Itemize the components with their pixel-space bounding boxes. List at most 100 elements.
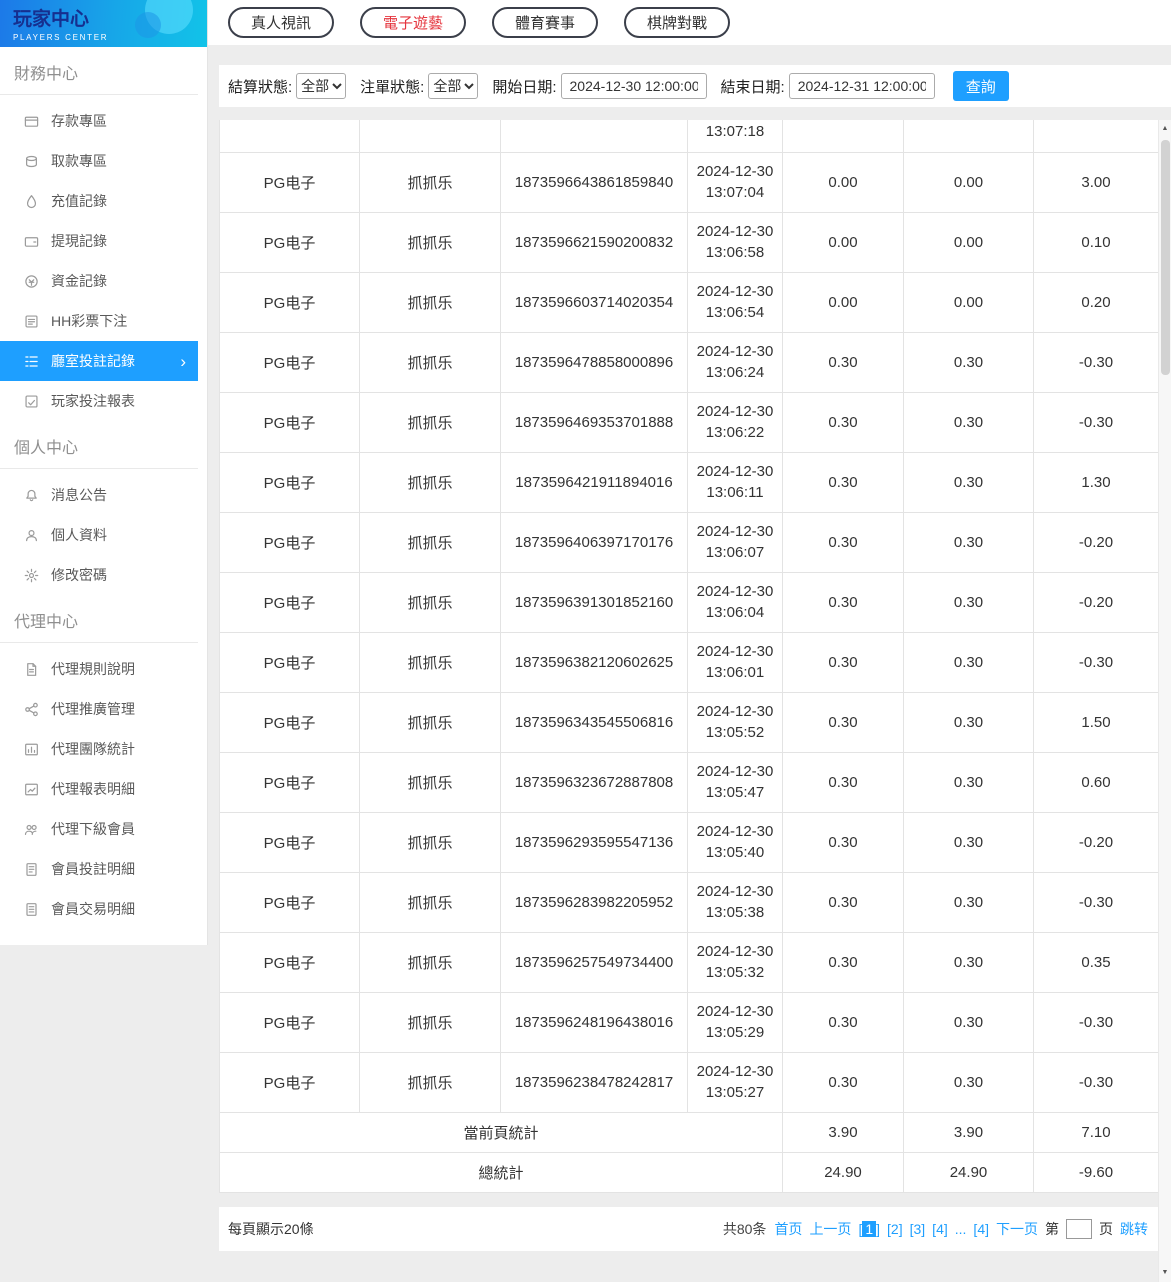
agent-rules-icon	[24, 662, 39, 677]
sidebar-item[interactable]: 存款專區	[0, 101, 207, 141]
order-no-cell: 1873596382120602625	[501, 632, 688, 692]
profit-cell: -0.30	[1034, 1052, 1159, 1112]
game-cell: 抓抓乐	[360, 512, 501, 572]
page-number[interactable]: 1	[862, 1221, 876, 1237]
sidebar-item[interactable]: 資金記錄	[0, 261, 207, 301]
end-date-label: 結束日期:	[721, 76, 785, 97]
jump-page-input[interactable]	[1066, 1219, 1092, 1239]
promotion-icon	[24, 702, 39, 717]
category-tab[interactable]: 真人視訊	[228, 7, 334, 38]
bet-time-cell: 2024-12-3013:06:22	[688, 392, 783, 452]
funds-icon	[24, 274, 39, 289]
valid-bet-cell: 3.90	[904, 1112, 1034, 1152]
valid-bet-cell: 0.00	[904, 152, 1034, 212]
sidebar-item[interactable]: 會員交易明細	[0, 889, 207, 929]
vertical-scrollbar[interactable]: ▲ ▼	[1158, 120, 1171, 1282]
summary-label: 當前頁統計	[220, 1112, 783, 1152]
page-number[interactable]: 4	[936, 1221, 944, 1237]
sidebar: 玩家中心 PLAYERS CENTER 財務中心存款專區取款專區充值記錄提現記錄…	[0, 0, 208, 1282]
sidebar-item[interactable]: 廳室投註記錄›	[0, 341, 198, 381]
bet-amount-cell: 0.30	[783, 872, 904, 932]
page-link[interactable]: [4]	[932, 1221, 948, 1237]
start-date-input[interactable]	[561, 73, 707, 99]
sidebar-item[interactable]: HH彩票下注	[0, 301, 207, 341]
bet-amount-cell: 0.00	[783, 152, 904, 212]
valid-bet-cell: 0.30	[904, 572, 1034, 632]
first-page-link[interactable]: 首页	[774, 1219, 802, 1239]
platform-cell: PG电子	[220, 152, 360, 212]
platform-cell: PG电子	[220, 632, 360, 692]
game-cell: 抓抓乐	[360, 632, 501, 692]
end-date-input[interactable]	[789, 73, 935, 99]
next-page-link[interactable]: 下一页	[996, 1219, 1038, 1239]
bet-amount-cell: 0.30	[783, 992, 904, 1052]
page-number[interactable]: 3	[913, 1221, 921, 1237]
page-ellipsis: ...	[955, 1221, 967, 1237]
search-button[interactable]: 查詢	[953, 71, 1009, 101]
sidebar-item[interactable]: 代理規則說明	[0, 649, 207, 689]
page-link[interactable]: [4]	[973, 1221, 989, 1237]
profile-icon	[24, 528, 39, 543]
platform-cell: PG电子	[220, 392, 360, 452]
sidebar-item[interactable]: 修改密碼	[0, 555, 207, 595]
platform-cell: PG电子	[220, 272, 360, 332]
bet-time-cell: 2024-12-3013:06:07	[688, 512, 783, 572]
platform-cell: PG电子	[220, 1052, 360, 1112]
sidebar-nav: 財務中心存款專區取款專區充值記錄提現記錄資金記錄HH彩票下注廳室投註記錄›玩家投…	[0, 47, 207, 929]
scrollbar-thumb[interactable]	[1161, 140, 1170, 375]
valid-bet-cell: 0.30	[904, 872, 1034, 932]
sidebar-item[interactable]: 提現記錄	[0, 221, 207, 261]
sidebar-item[interactable]: 會員投註明細	[0, 849, 207, 889]
scroll-up-arrow-icon[interactable]: ▲	[1159, 122, 1171, 136]
bet-amount-cell: 24.90	[783, 1152, 904, 1192]
sidebar-item[interactable]: 代理報表明細	[0, 769, 207, 809]
sidebar-item[interactable]: 代理下級會員	[0, 809, 207, 849]
sidebar-item[interactable]: 充值記錄	[0, 181, 207, 221]
settle-status-select[interactable]: 全部	[296, 73, 346, 99]
category-tab[interactable]: 體育賽事	[492, 7, 598, 38]
pagination-controls: 共80条首页上一页[1][2][3][4]...[4]下一页第页跳转	[723, 1219, 1148, 1239]
order-status-select[interactable]: 全部	[428, 73, 478, 99]
page-link[interactable]: [1]	[858, 1221, 880, 1237]
page-number[interactable]: 2	[891, 1221, 899, 1237]
sidebar-section-header: 代理中心	[0, 595, 198, 643]
category-tab[interactable]: 棋牌對戰	[624, 7, 730, 38]
valid-bet-cell: 0.00	[904, 212, 1034, 272]
team-stats-icon	[24, 742, 39, 757]
profit-cell: -0.30	[1034, 992, 1159, 1052]
table-row: PG电子抓抓乐18735962935955471362024-12-3013:0…	[220, 812, 1159, 872]
valid-bet-cell: 0.30	[904, 812, 1034, 872]
sidebar-item[interactable]: 個人資料	[0, 515, 207, 555]
bet-amount-cell: 0.30	[783, 812, 904, 872]
bet-amount-cell: 0.30	[783, 512, 904, 572]
page-number[interactable]: 4	[977, 1221, 985, 1237]
page-link[interactable]: [3]	[910, 1221, 926, 1237]
page-size-label: 每頁顯示20條	[228, 1219, 314, 1239]
sidebar-item[interactable]: 玩家投注報表	[0, 381, 207, 421]
profit-cell	[1034, 120, 1159, 152]
sidebar-item-label: 玩家投注報表	[51, 391, 135, 411]
bet-amount-cell: 0.30	[783, 572, 904, 632]
profit-cell: -0.20	[1034, 572, 1159, 632]
category-tab[interactable]: 電子遊藝	[360, 7, 466, 38]
chevron-right-icon: ›	[180, 353, 198, 370]
sidebar-item[interactable]: 代理團隊統計	[0, 729, 207, 769]
sidebar-item-label: HH彩票下注	[51, 311, 127, 331]
sidebar-item[interactable]: 取款專區	[0, 141, 207, 181]
app-title: 玩家中心	[13, 4, 207, 31]
prev-page-link[interactable]: 上一页	[809, 1219, 851, 1239]
bet-amount-cell: 0.30	[783, 452, 904, 512]
sidebar-item[interactable]: 代理推廣管理	[0, 689, 207, 729]
page-link[interactable]: [2]	[887, 1221, 903, 1237]
jump-button[interactable]: 跳转	[1120, 1219, 1148, 1239]
table-row: PG电子抓抓乐18735963435455068162024-12-3013:0…	[220, 692, 1159, 752]
game-cell: 抓抓乐	[360, 452, 501, 512]
valid-bet-cell: 0.30	[904, 512, 1034, 572]
top-category-tabs: 真人視訊電子遊藝體育賽事棋牌對戰	[208, 0, 1171, 45]
scroll-down-arrow-icon[interactable]: ▼	[1159, 1266, 1171, 1280]
recharge-icon	[24, 194, 39, 209]
table-row: PG电子抓抓乐18735964219118940162024-12-3013:0…	[220, 452, 1159, 512]
bet-time-cell: 2024-12-3013:05:32	[688, 932, 783, 992]
sidebar-item[interactable]: 消息公告	[0, 475, 207, 515]
bet-amount-cell: 0.30	[783, 932, 904, 992]
